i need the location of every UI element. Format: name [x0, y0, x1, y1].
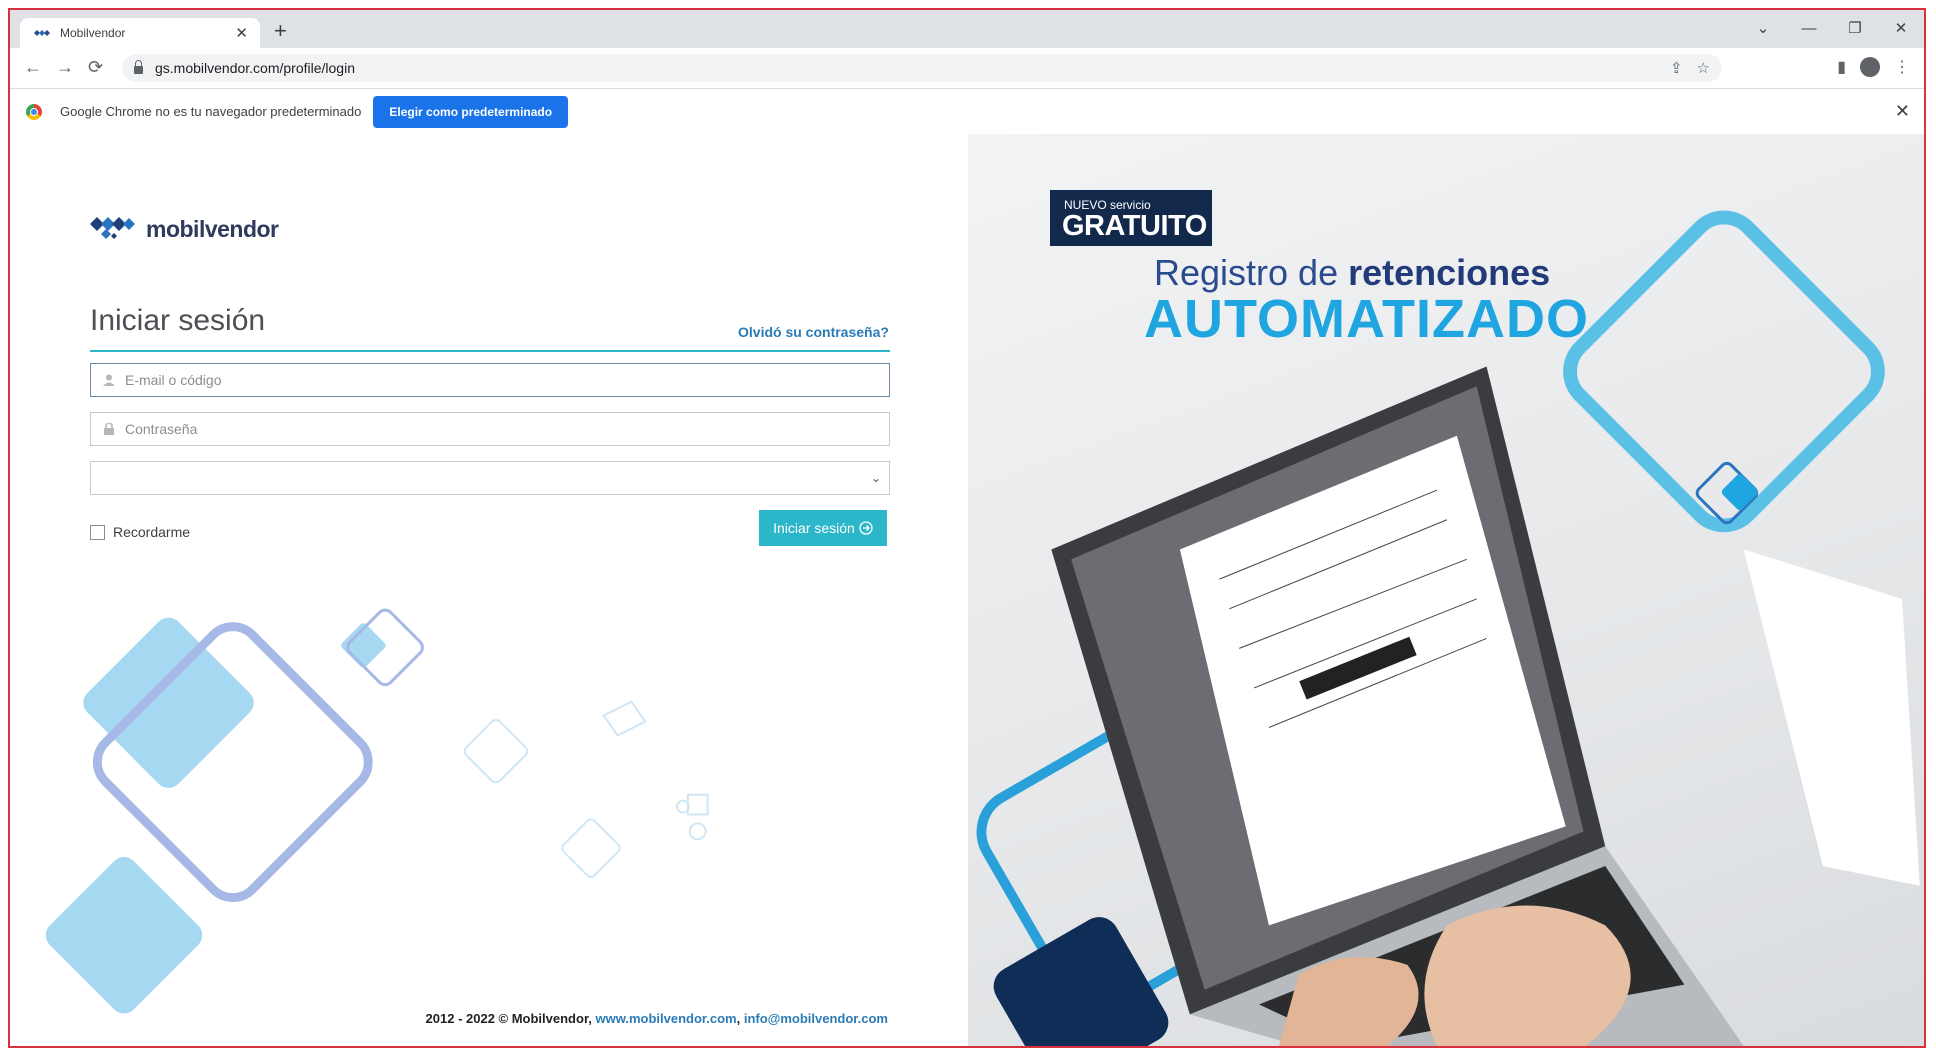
browser-tab[interactable]: Mobilvendor ✕: [20, 18, 260, 48]
promo-heading-a: Registro de: [1154, 252, 1349, 293]
promo-banner: NUEVO servicio GRATUITO Registro de rete…: [968, 134, 1924, 1046]
side-panel-icon[interactable]: ▮: [1837, 57, 1846, 77]
promo-subheading: AUTOMATIZADO: [1144, 289, 1589, 349]
chevron-down-icon: ⌄: [870, 471, 881, 485]
browser-toolbar: ← → ⟳ gs.mobilvendor.com/profile/login ⇪…: [10, 48, 1924, 89]
address-bar[interactable]: gs.mobilvendor.com/profile/login ⇪ ☆: [122, 54, 1722, 82]
mobilvendor-logo: mobilvendor: [90, 212, 279, 246]
remember-me: Recordarme: [90, 524, 190, 540]
tab-close-icon[interactable]: ✕: [235, 24, 248, 42]
forgot-password-link[interactable]: Olvidó su contraseña?: [738, 324, 889, 340]
tab-title: Mobilvendor: [60, 26, 126, 40]
menu-kebab-icon[interactable]: ⋮: [1894, 57, 1910, 77]
remember-checkbox[interactable]: [90, 524, 105, 540]
email-link[interactable]: info@mobilvendor.com: [744, 1011, 888, 1026]
tab-strip: Mobilvendor ✕ + ⌄ — ❐ ✕: [10, 10, 1924, 48]
forward-icon[interactable]: →: [56, 57, 74, 78]
mobilvendor-mark-icon: [90, 217, 135, 239]
promo-heading-b: retenciones: [1348, 252, 1551, 293]
company-select[interactable]: ⌄: [90, 461, 890, 495]
bookmark-star-icon[interactable]: ☆: [1697, 59, 1710, 77]
login-button[interactable]: Iniciar sesión: [759, 510, 887, 546]
default-browser-infobar: Google Chrome no es tu navegador predete…: [10, 89, 1924, 135]
infobar-message: Google Chrome no es tu navegador predete…: [60, 104, 362, 119]
restore-button[interactable]: ❐: [1832, 16, 1878, 42]
tab-search-icon[interactable]: ⌄: [1740, 16, 1786, 42]
login-title: Iniciar sesión: [90, 304, 266, 337]
password-placeholder: Contraseña: [125, 421, 198, 437]
user-icon: [103, 374, 115, 386]
login-button-label: Iniciar sesión: [773, 520, 855, 536]
back-icon[interactable]: ←: [24, 57, 42, 78]
close-window-button[interactable]: ✕: [1878, 16, 1924, 42]
website-link[interactable]: www.mobilvendor.com: [596, 1011, 737, 1026]
email-placeholder: E-mail o código: [125, 372, 222, 388]
browser-window: Mobilvendor ✕ + ⌄ — ❐ ✕ ← → ⟳ gs.mobilve…: [8, 8, 1926, 1048]
reload-icon[interactable]: ⟳: [88, 57, 103, 78]
copyright-text: 2012 - 2022 © Mobilvendor,: [425, 1011, 596, 1026]
remember-label: Recordarme: [113, 524, 191, 540]
set-default-button[interactable]: Elegir como predeterminado: [373, 95, 569, 128]
promo-badge: NUEVO servicio GRATUITO: [1050, 190, 1212, 246]
share-icon[interactable]: ⇪: [1670, 59, 1683, 77]
new-tab-button[interactable]: +: [274, 18, 287, 44]
minimize-button[interactable]: —: [1786, 16, 1832, 42]
badge-large-text: GRATUITO: [1062, 210, 1207, 242]
lock-icon[interactable]: [134, 60, 143, 74]
page-content: mobilvendor Iniciar sesión Olvidó su con…: [10, 134, 1924, 1046]
arrow-circle-right-icon: [859, 521, 873, 535]
window-controls: ⌄ — ❐ ✕: [1740, 16, 1924, 42]
password-field[interactable]: Contraseña: [90, 412, 890, 446]
mobilvendor-favicon-icon: [34, 30, 50, 36]
title-divider: [90, 350, 890, 352]
footer-separator: ,: [736, 1011, 744, 1026]
decorative-shapes: [45, 608, 709, 1014]
chrome-logo-icon: [26, 103, 42, 120]
email-field[interactable]: E-mail o código: [90, 363, 890, 397]
infobar-close-icon[interactable]: ✕: [1895, 101, 1910, 122]
lock-icon: [103, 422, 115, 435]
brand-name: mobilvendor: [146, 215, 279, 242]
login-panel: mobilvendor Iniciar sesión Olvidó su con…: [10, 134, 968, 1046]
profile-avatar-icon[interactable]: [1860, 57, 1880, 77]
url-text: gs.mobilvendor.com/profile/login: [155, 60, 355, 76]
page-footer: 2012 - 2022 © Mobilvendor, www.mobilvend…: [426, 1011, 888, 1026]
